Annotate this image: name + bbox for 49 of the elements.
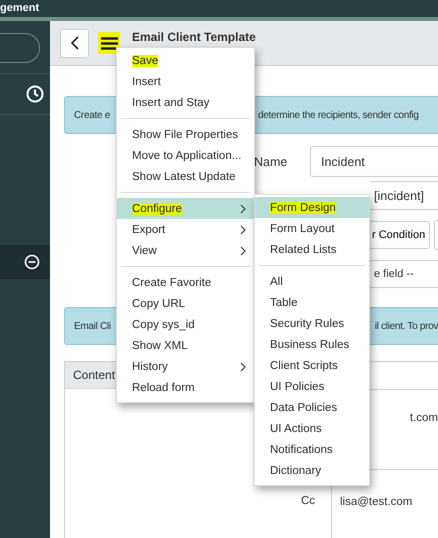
back-button[interactable] [60,28,89,58]
menu-item[interactable]: Notifications [255,439,369,460]
minus-circle-icon[interactable] [24,254,40,270]
menu-item[interactable]: UI Actions [255,418,369,439]
menu-item[interactable]: Data Policies [255,397,369,418]
menu-item[interactable]: Save [117,50,254,71]
menu-item[interactable]: UI Policies [255,376,369,397]
chevron-icon [240,246,246,256]
menu-item[interactable]: Form Design [255,197,369,218]
menu-item[interactable]: View [117,240,254,261]
email-value: lisa@test.com [340,496,412,508]
chevron-left-icon [70,36,78,50]
menu-item[interactable]: Show XML [117,335,254,356]
menu-item[interactable]: Table [255,292,369,313]
banner-text: determine the recipients, sender config [258,110,419,120]
banner-text: Create e [74,110,111,120]
menu-item[interactable]: Security Rules [255,313,369,334]
menu-item[interactable]: Create Favorite [117,272,254,293]
menu-item[interactable]: Move to Application... [117,145,254,166]
menu-item[interactable]: Copy sys_id [117,314,254,335]
banner-text: il client. To prov [374,320,438,332]
menu-item[interactable]: Show Latest Update [117,166,254,187]
menu-item[interactable]: Show File Properties [117,124,254,145]
menu-button[interactable] [98,32,120,54]
condition-button[interactable]: r Condition [370,221,430,249]
menu-item[interactable]: Copy URL [117,293,254,314]
menu-item[interactable]: Configure [117,198,254,219]
menu-item[interactable]: Related Lists [255,239,369,260]
chevron-icon [240,362,246,372]
banner-text: Email Cli [74,320,111,332]
menu-item[interactable]: Form Layout [255,218,369,239]
field-label: Cc [300,495,315,507]
app-title: gement [0,2,40,15]
email-value: t.com [410,412,438,424]
menu-item[interactable]: Insert [117,71,254,92]
chevron-icon [240,224,246,234]
field-label: Name [254,154,288,168]
form-title: Email Client Template [132,30,256,44]
sidebar-item[interactable] [0,245,50,279]
menu-item[interactable]: Client Scripts [255,355,369,376]
menu-item[interactable]: Dictionary [255,460,369,481]
clock-icon[interactable] [26,85,44,103]
name-field[interactable]: Incident [310,146,438,177]
menu-item[interactable]: Business Rules [255,334,369,355]
menu-item[interactable]: Insert and Stay [117,92,254,113]
menu-icon [100,36,118,50]
chevron-icon [240,204,246,214]
menu-item[interactable]: Export [117,219,254,240]
menu-item[interactable]: All [255,271,369,292]
